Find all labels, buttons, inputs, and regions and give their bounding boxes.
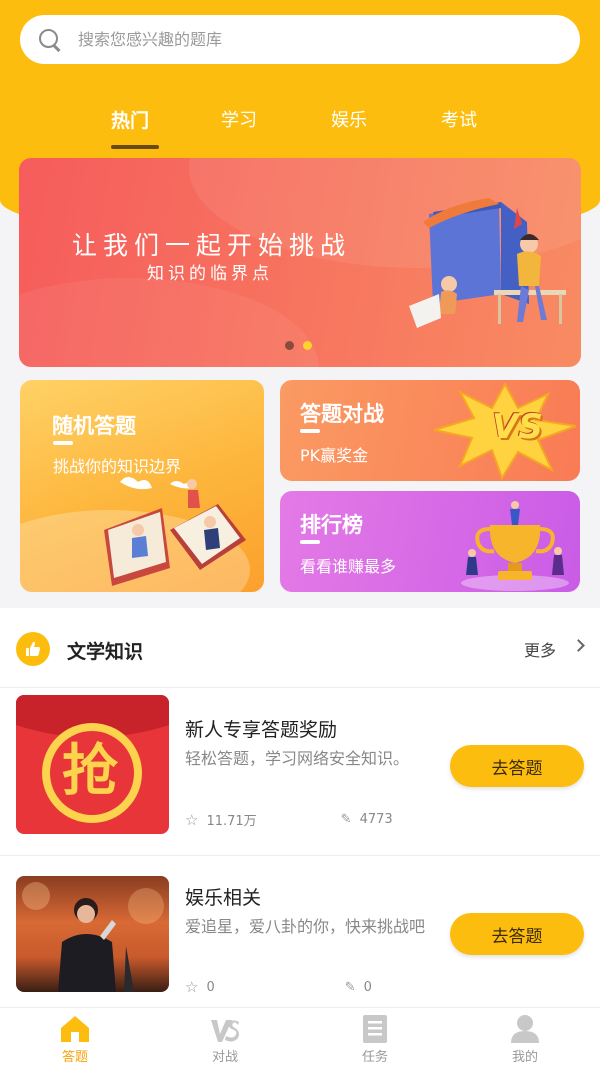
item-meta: ☆ 11.71万 ✎ 4773 <box>185 810 393 830</box>
banner-carousel[interactable]: 让我们一起开始挑战 知识的临界点 <box>19 158 581 367</box>
star-count: 11.71万 <box>206 814 257 829</box>
star-icon: ☆ <box>185 810 199 829</box>
nav-label: 我的 <box>511 1050 538 1065</box>
thumbs-up-icon <box>16 632 50 666</box>
edit-icon: ✎ <box>340 812 352 827</box>
edit-icon: ✎ <box>344 979 356 995</box>
go-answer-button[interactable]: 去答题 <box>450 745 584 787</box>
random-quiz-card[interactable]: 随机答题 挑战你的知识边界 <box>20 380 264 592</box>
section-title: 文学知识 <box>67 641 144 663</box>
trophy-icon <box>461 501 569 591</box>
bottom-nav: 答题 对战 任务 我的 <box>0 1007 600 1067</box>
books-illustration <box>20 477 250 592</box>
item-title: 新人专享答题奖励 <box>185 719 338 741</box>
grab-glyph: 抢 <box>62 739 118 804</box>
leaderboard-card[interactable]: 排行榜 看看谁赚最多 <box>280 491 580 592</box>
nav-item-mine[interactable]: 我的 <box>450 1008 600 1067</box>
task-icon <box>363 1015 387 1043</box>
tab-exam[interactable]: 考试 <box>441 106 477 132</box>
leaderboard-subtitle: 看看谁赚最多 <box>300 557 397 576</box>
tab-study[interactable]: 学习 <box>221 106 257 132</box>
category-tabs: 热门 学习 娱乐 考试 <box>0 100 600 150</box>
section-header: 文学知识 更多 <box>0 608 600 688</box>
more-link[interactable]: 更多 <box>524 637 556 661</box>
tab-entertainment[interactable]: 娱乐 <box>331 106 367 132</box>
carousel-indicator <box>285 341 312 350</box>
item-description: 轻松答题，学习网络安全知识。 <box>185 749 410 768</box>
tab-hot[interactable]: 热门 <box>111 106 149 133</box>
item-description: 爱追星，爱八卦的你，快来挑战吧 <box>185 917 426 936</box>
literature-section: 文学知识 更多 抢 新人专享答题奖励 轻松答题，学习网络安全知识。 ☆ 11.7… <box>0 608 600 1008</box>
star-icon: ☆ <box>185 978 199 996</box>
pk-battle-subtitle: PK赢奖金 <box>300 446 369 465</box>
edit-count: 4773 <box>359 812 393 827</box>
tab-active-indicator <box>111 145 159 149</box>
user-icon <box>511 1015 539 1043</box>
nav-item-task[interactable]: 任务 <box>300 1008 450 1067</box>
pk-battle-title: 答题对战 <box>300 402 384 426</box>
vs-badge: VS <box>492 407 543 447</box>
banner-subtitle: 知识的临界点 <box>147 264 273 284</box>
home-icon <box>61 1016 89 1042</box>
star-count: 0 <box>206 979 215 995</box>
carousel-dot-active[interactable] <box>303 341 312 350</box>
chevron-right-icon[interactable] <box>572 639 585 652</box>
search-icon <box>38 28 62 52</box>
list-item[interactable]: 娱乐相关 爱追星，爱八卦的你，快来挑战吧 ☆ 0 ✎ 0 去答题 <box>0 856 600 1024</box>
red-envelope-thumbnail: 抢 <box>16 695 169 834</box>
item-title: 娱乐相关 <box>185 887 262 909</box>
item-meta: ☆ 0 ✎ 0 <box>185 978 372 996</box>
pk-battle-card[interactable]: 答题对战 PK赢奖金 VS <box>280 380 580 481</box>
list-item[interactable]: 抢 新人专享答题奖励 轻松答题，学习网络安全知识。 ☆ 11.71万 ✎ 477… <box>0 688 600 856</box>
banner-title: 让我们一起开始挑战 <box>72 231 352 260</box>
banner-illustration <box>409 198 566 328</box>
search-input[interactable] <box>78 30 538 49</box>
leaderboard-title: 排行榜 <box>300 513 363 537</box>
carousel-dot[interactable] <box>285 341 294 350</box>
nav-label: 答题 <box>61 1050 88 1065</box>
search-bar[interactable] <box>20 15 580 64</box>
nav-label: 对战 <box>211 1050 238 1065</box>
nav-label: 任务 <box>361 1050 388 1065</box>
nav-item-answer[interactable]: 答题 <box>0 1008 150 1067</box>
singer-photo-thumbnail <box>16 876 169 992</box>
go-answer-button[interactable]: 去答题 <box>450 913 584 955</box>
nav-item-battle[interactable]: 对战 <box>150 1008 300 1067</box>
vs-icon <box>211 1020 239 1042</box>
edit-count: 0 <box>363 979 372 995</box>
